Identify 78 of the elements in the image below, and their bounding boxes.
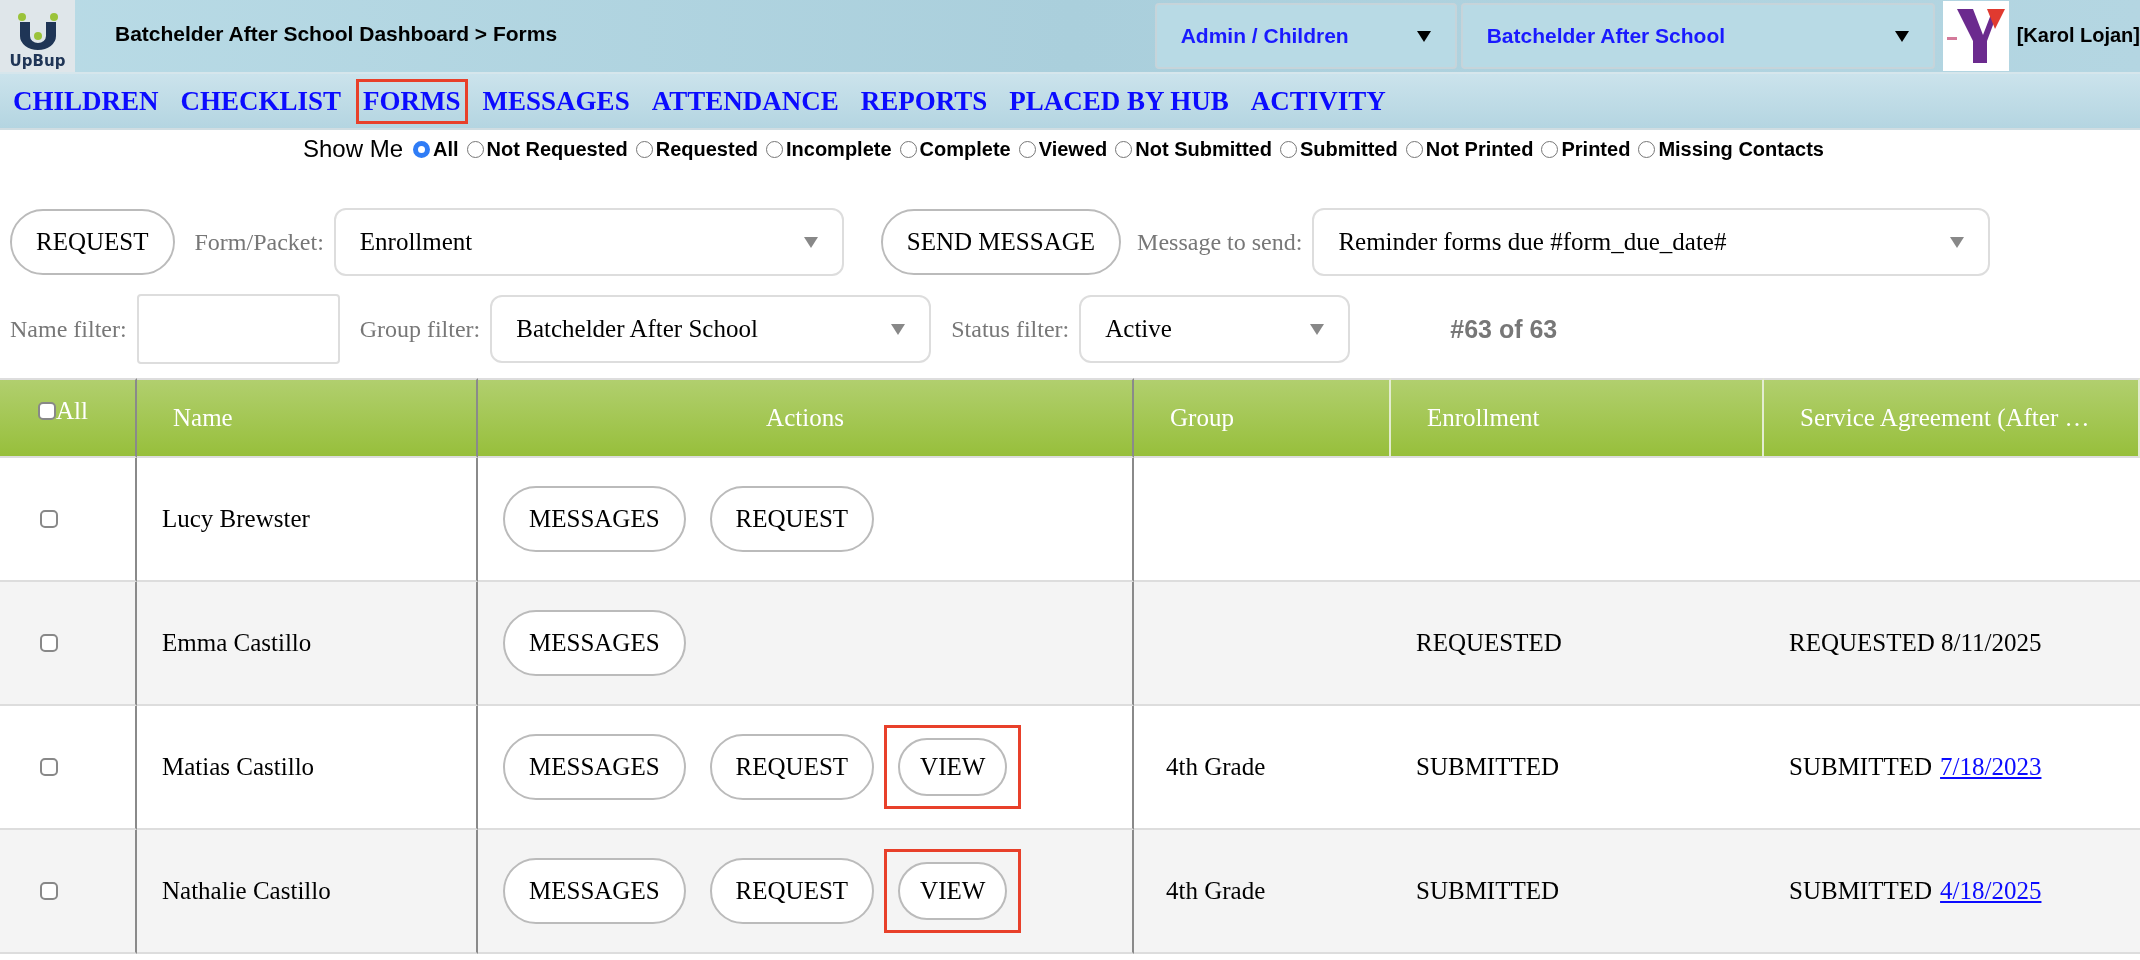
column-header: Group xyxy=(1134,378,1391,458)
filter-radio[interactable]: Printed xyxy=(1541,137,1631,161)
column-header: Actions xyxy=(478,378,1134,458)
select-all-label: All xyxy=(56,397,88,425)
date-link[interactable]: 7/18/2023 xyxy=(1940,753,2042,781)
date-link[interactable]: 4/18/2025 xyxy=(1940,877,2042,905)
nav-link[interactable]: PLACED BY HUB xyxy=(1002,78,1236,124)
filter-radio[interactable]: Requested xyxy=(635,137,758,161)
column-header: Name xyxy=(137,378,478,458)
filter-radio[interactable]: Not Submitted xyxy=(1115,137,1272,161)
nav-link[interactable]: MESSAGES xyxy=(475,78,637,124)
form-label: Form/Packet: xyxy=(194,228,324,256)
agreement-status: SUBMITTED xyxy=(1789,877,1933,905)
nav-link[interactable]: CHILDREN xyxy=(6,78,166,124)
nav-link[interactable]: REPORTS xyxy=(853,78,995,124)
caret-icon xyxy=(1894,30,1909,42)
caret-icon xyxy=(1950,236,1965,248)
row-checkbox[interactable] xyxy=(40,510,58,528)
group-select[interactable]: Batchelder After School xyxy=(490,295,932,363)
breadcrumb: Batchelder After School Dashboard > Forms xyxy=(115,22,559,46)
table-cell: SUBMITTED xyxy=(1391,830,1764,954)
filter-radio[interactable]: Viewed xyxy=(1018,137,1108,161)
status-filter-label: Status filter: xyxy=(951,315,1070,343)
action-button[interactable]: VIEW xyxy=(898,862,1008,920)
show-me-label: Show Me xyxy=(303,135,404,163)
site-select[interactable]: Batchelder After School xyxy=(1460,3,1935,69)
logo-icon xyxy=(1942,1,2009,71)
nav-link[interactable]: FORMS xyxy=(356,78,468,124)
filter-radio[interactable]: Complete xyxy=(899,137,1011,161)
action-button[interactable]: MESSAGES xyxy=(503,734,686,800)
name-filter-field[interactable] xyxy=(136,294,340,364)
column-header: Service Agreement (After … xyxy=(1764,378,2140,458)
row-checkbox[interactable] xyxy=(40,882,58,900)
child-name: Lucy Brewster xyxy=(162,505,310,533)
child-name: Emma Castillo xyxy=(162,629,312,657)
caret-icon xyxy=(891,323,906,335)
table-cell: 4th Grade xyxy=(1134,830,1391,954)
row-checkbox[interactable] xyxy=(40,634,58,652)
action-button[interactable]: VIEW xyxy=(898,738,1008,796)
record-count: #63 of 63 xyxy=(1450,314,1558,344)
form-select[interactable]: Enrollment xyxy=(333,208,844,276)
message-label: Message to send: xyxy=(1137,228,1303,256)
child-name: Matias Castillo xyxy=(162,753,315,781)
nav-link[interactable]: ATTENDANCE xyxy=(644,78,846,124)
action-button[interactable]: MESSAGES xyxy=(503,610,686,676)
row-checkbox[interactable] xyxy=(40,758,58,776)
column-header: Enrollment xyxy=(1391,378,1764,458)
send-message-button[interactable]: SEND MESSAGE xyxy=(880,209,1122,275)
filter-radio[interactable]: Missing Contacts xyxy=(1638,137,1824,161)
logo-text: UpBup xyxy=(9,52,66,70)
caret-icon xyxy=(1416,30,1431,42)
caret-icon xyxy=(1310,323,1325,335)
action-button[interactable]: REQUEST xyxy=(709,486,875,552)
child-name: Nathalie Castillo xyxy=(162,877,331,905)
action-button[interactable]: MESSAGES xyxy=(503,858,686,924)
request-button[interactable]: REQUEST xyxy=(10,209,175,275)
action-button[interactable]: REQUEST xyxy=(709,858,875,924)
select-all-checkbox[interactable] xyxy=(38,402,56,420)
name-filter-label: Name filter: xyxy=(10,315,127,343)
nav-link[interactable]: ACTIVITY xyxy=(1243,78,1393,124)
filter-radio[interactable]: Not Requested xyxy=(466,137,628,161)
caret-icon xyxy=(803,236,818,248)
filter-radio[interactable]: Incomplete xyxy=(766,137,892,161)
action-button[interactable]: MESSAGES xyxy=(503,486,686,552)
action-button[interactable]: REQUEST xyxy=(709,734,875,800)
logo-icon xyxy=(15,12,60,52)
filter-radio[interactable]: Not Printed xyxy=(1405,137,1534,161)
nav-link[interactable]: CHECKLIST xyxy=(173,78,349,124)
user-name: [Karol Lojan] xyxy=(2016,24,2140,47)
group-filter-label: Group filter: xyxy=(359,315,481,343)
status-select[interactable]: Active xyxy=(1079,295,1351,363)
message-select[interactable]: Reminder forms due #form_due_date# xyxy=(1312,208,1991,276)
filter-radio[interactable]: All xyxy=(413,137,459,161)
agreement-status: SUBMITTED xyxy=(1789,753,1933,781)
table-cell: REQUESTED xyxy=(1391,582,1764,706)
filter-radio[interactable]: Submitted xyxy=(1279,137,1398,161)
role-select[interactable]: Admin / Children xyxy=(1154,3,1457,69)
agreement-status: REQUESTED 8/11/2025 xyxy=(1789,629,2042,657)
